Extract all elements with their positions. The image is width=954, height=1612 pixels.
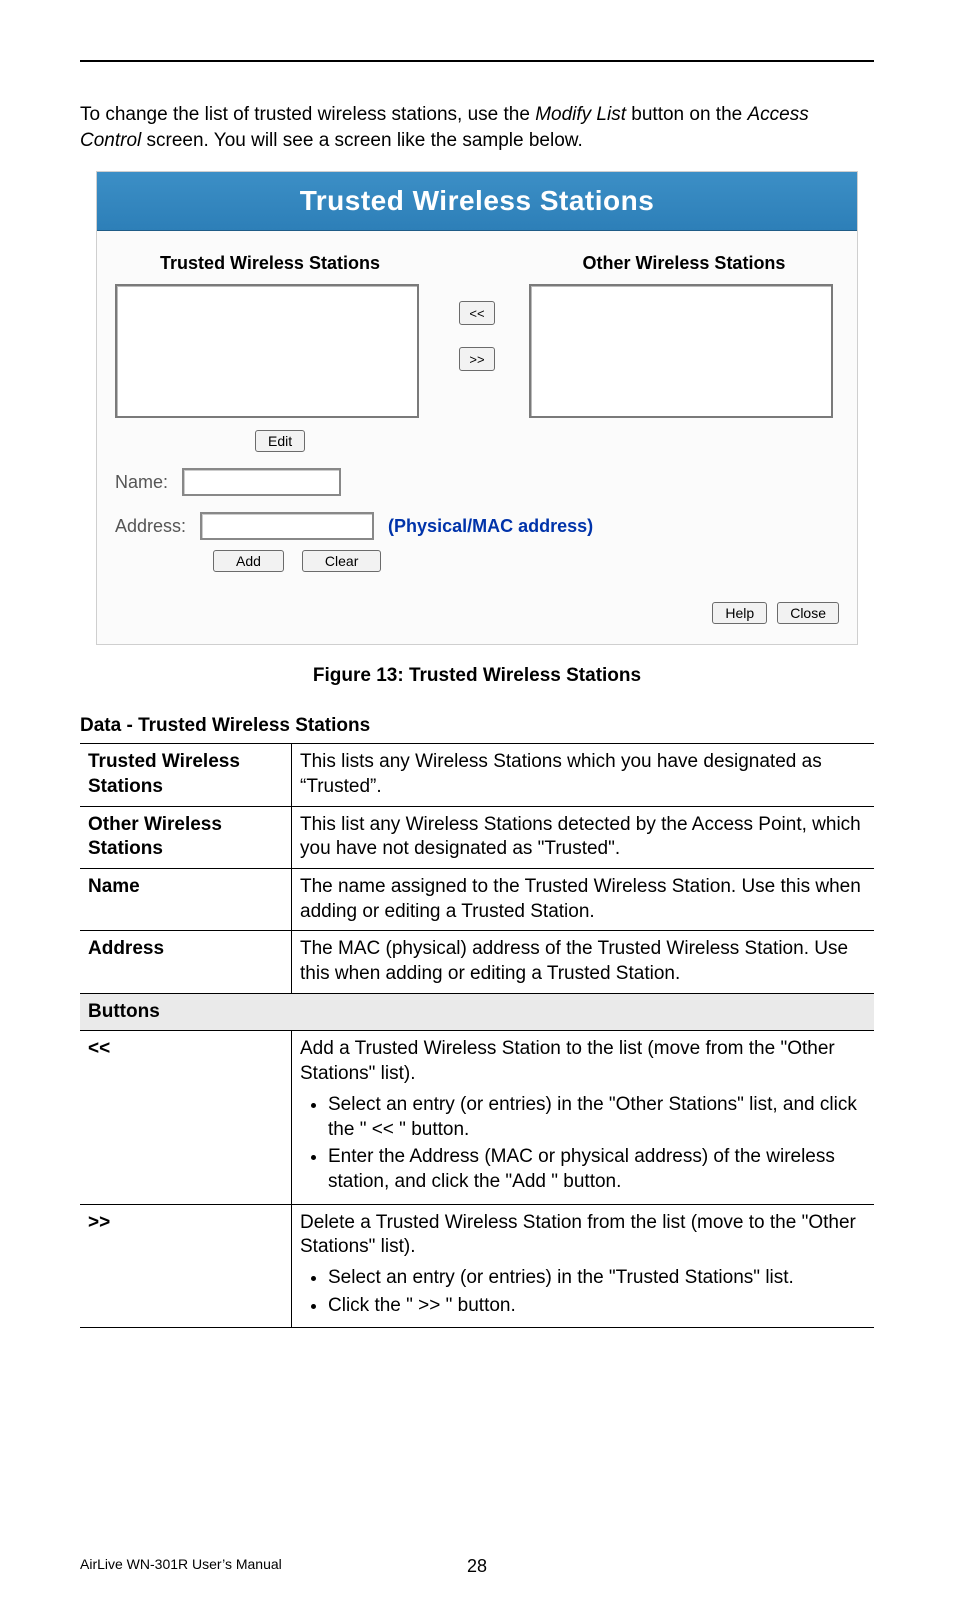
address-label: Address: xyxy=(115,516,186,537)
mac-note: (Physical/MAC address) xyxy=(388,516,593,537)
footer-page: 28 xyxy=(467,1556,487,1577)
other-heading: Other Wireless Stations xyxy=(529,253,839,274)
cell-desc: This list any Wireless Stations detected… xyxy=(292,806,875,868)
trusted-heading: Trusted Wireless Stations xyxy=(115,253,425,274)
buttons-header: Buttons xyxy=(80,993,874,1031)
bullet: Select an entry (or entries) in the "Tru… xyxy=(328,1266,866,1291)
titlebar-text: Trusted Wireless Stations xyxy=(300,185,655,217)
clear-button[interactable]: Clear xyxy=(302,550,381,572)
intro-part2: button on the xyxy=(626,104,748,125)
cell-label: Trusted Wireless Stations xyxy=(80,744,292,806)
row-main: Delete a Trusted Wireless Station from t… xyxy=(300,1212,856,1258)
close-button[interactable]: Close xyxy=(777,602,839,624)
intro-part1: To change the list of trusted wireless s… xyxy=(80,104,535,125)
table-subheader: Buttons xyxy=(80,993,874,1031)
cell-desc: The name assigned to the Trusted Wireles… xyxy=(292,869,875,931)
cell-label: Address xyxy=(80,931,292,993)
titlebar: Trusted Wireless Stations xyxy=(97,172,857,231)
cell-label: Name xyxy=(80,869,292,931)
bullet: Enter the Address (MAC or physical addre… xyxy=(328,1145,866,1194)
cell-label: >> xyxy=(80,1204,292,1328)
help-button[interactable]: Help xyxy=(712,602,767,624)
intro-text: To change the list of trusted wireless s… xyxy=(80,102,874,153)
trusted-list[interactable] xyxy=(115,284,419,418)
bullet: Select an entry (or entries) in the "Oth… xyxy=(328,1093,866,1142)
screenshot-panel: Trusted Wireless Stations Trusted Wirele… xyxy=(96,171,858,645)
table-row: Trusted Wireless Stations This lists any… xyxy=(80,744,874,806)
data-table: Trusted Wireless Stations This lists any… xyxy=(80,743,874,1328)
table-row: Address The MAC (physical) address of th… xyxy=(80,931,874,993)
cell-label: << xyxy=(80,1031,292,1204)
name-input[interactable] xyxy=(182,468,341,496)
intro-italic1: Modify List xyxy=(535,104,626,125)
table-row: Other Wireless Stations This list any Wi… xyxy=(80,806,874,868)
add-button[interactable]: Add xyxy=(213,550,284,572)
data-heading: Data - Trusted Wireless Stations xyxy=(80,715,874,737)
row-main: Add a Trusted Wireless Station to the li… xyxy=(300,1038,835,1084)
edit-button[interactable]: Edit xyxy=(255,430,305,452)
move-right-button[interactable]: >> xyxy=(459,347,495,371)
footer-manual: AirLive WN-301R User’s Manual xyxy=(80,1556,282,1572)
intro-part3: screen. You will see a screen like the s… xyxy=(141,130,582,151)
table-row: Name The name assigned to the Trusted Wi… xyxy=(80,869,874,931)
top-rule xyxy=(80,60,874,62)
cell-desc: Delete a Trusted Wireless Station from t… xyxy=(292,1204,875,1328)
table-row: << Add a Trusted Wireless Station to the… xyxy=(80,1031,874,1204)
name-label: Name: xyxy=(115,472,168,493)
footer: AirLive WN-301R User’s Manual 28 xyxy=(80,1556,874,1572)
cell-desc: Add a Trusted Wireless Station to the li… xyxy=(292,1031,875,1204)
cell-desc: The MAC (physical) address of the Truste… xyxy=(292,931,875,993)
move-left-button[interactable]: << xyxy=(459,301,495,325)
table-row: >> Delete a Trusted Wireless Station fro… xyxy=(80,1204,874,1328)
other-list[interactable] xyxy=(529,284,833,418)
address-input[interactable] xyxy=(200,512,374,540)
cell-desc: This lists any Wireless Stations which y… xyxy=(292,744,875,806)
figure-caption: Figure 13: Trusted Wireless Stations xyxy=(80,665,874,687)
bullet: Click the " >> " button. xyxy=(328,1294,866,1319)
cell-label: Other Wireless Stations xyxy=(80,806,292,868)
